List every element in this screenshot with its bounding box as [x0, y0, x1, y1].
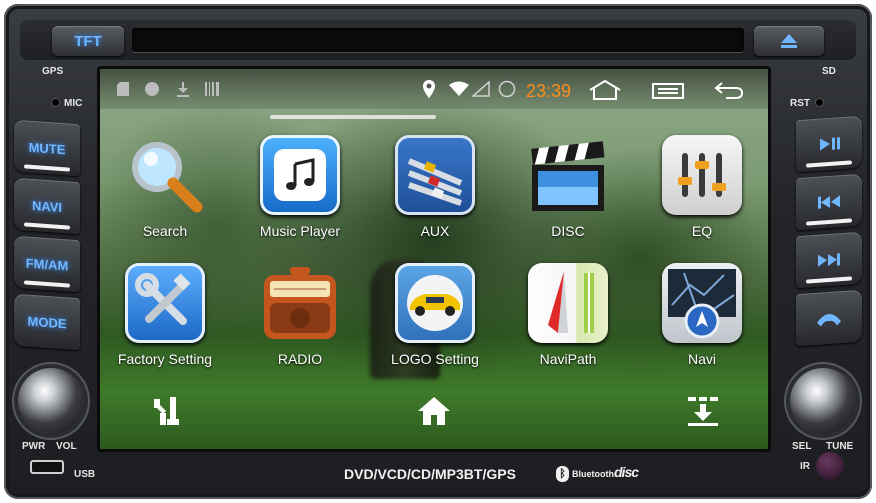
mute-label: MUTE [28, 139, 66, 157]
circle-icon [145, 82, 159, 96]
bluetooth-icon: ᛒ [556, 466, 569, 482]
download-icon [177, 82, 189, 97]
car-icon [395, 263, 475, 343]
app-label: Music Player [259, 223, 341, 239]
ir-label: IR [800, 461, 810, 472]
reset-hole[interactable] [816, 99, 823, 106]
app-logo-setting[interactable]: LOGO Setting [370, 263, 500, 381]
touch-screen[interactable]: 23:39 Search Music Player AUX DISC EQ Fa… [97, 66, 771, 452]
app-navi[interactable]: Navi [637, 263, 767, 381]
previous-button[interactable] [796, 173, 862, 231]
settings-tools-icon[interactable] [150, 395, 182, 427]
eject-button[interactable] [754, 26, 824, 56]
home-icon[interactable] [416, 395, 452, 427]
sd-label: SD [822, 66, 836, 77]
signal-icon [472, 81, 490, 97]
navi-button[interactable]: NAVI [14, 177, 80, 235]
app-label: RADIO [277, 351, 323, 367]
app-label: EQ [691, 223, 713, 239]
wifi-icon [449, 81, 469, 96]
home-icon[interactable] [588, 80, 622, 100]
app-label: AUX [420, 223, 450, 239]
radio-icon [260, 263, 340, 343]
back-icon[interactable] [714, 81, 744, 99]
app-label: LOGO Setting [391, 351, 479, 367]
bluetooth-label: Bluetooth [572, 469, 614, 479]
disc-logo: disc [614, 464, 639, 480]
ring-icon [498, 80, 516, 98]
app-label: DISC [551, 223, 585, 239]
tft-button[interactable]: TFT [52, 26, 124, 56]
app-label: Factory Setting [117, 351, 213, 367]
previous-icon [818, 195, 840, 209]
clapperboard-icon [528, 135, 608, 215]
usb-label: USB [74, 469, 96, 480]
app-aux[interactable]: AUX [370, 135, 500, 253]
location-icon [423, 80, 435, 98]
app-label: NaviPath [539, 351, 597, 367]
disc-slot [132, 28, 744, 52]
play-pause-icon [820, 137, 840, 151]
rst-label: RST [790, 98, 810, 109]
equalizer-icon [662, 135, 742, 215]
sd-card-icon [117, 82, 129, 96]
menu-icon[interactable] [652, 83, 684, 99]
app-search[interactable]: Search [100, 135, 230, 253]
pwr-label: PWR [22, 441, 46, 452]
compass-map-icon [528, 263, 608, 343]
mic-hole [52, 99, 59, 106]
mode-button[interactable]: MODE [14, 293, 80, 351]
tune-label: TUNE [826, 441, 854, 452]
play-pause-button[interactable] [796, 115, 862, 173]
app-disc[interactable]: DISC [503, 135, 633, 253]
page-indicator [270, 115, 436, 119]
mode-label: MODE [27, 313, 67, 331]
usb-port[interactable] [30, 460, 64, 474]
phone-icon [817, 314, 841, 327]
navigation-map-icon [662, 263, 742, 343]
search-icon [125, 135, 205, 215]
app-label: Navi [687, 351, 716, 367]
mute-button[interactable]: MUTE [14, 119, 80, 177]
tune-knob[interactable] [790, 368, 856, 434]
app-radio[interactable]: RADIO [235, 263, 365, 381]
phone-button[interactable] [796, 289, 862, 347]
status-bar: 23:39 [100, 69, 768, 109]
fm-am-button[interactable]: FM/AM [14, 235, 80, 293]
app-factory-setting[interactable]: Factory Setting [100, 263, 230, 381]
app-eq[interactable]: EQ [637, 135, 767, 253]
music-icon [260, 135, 340, 215]
barcode-icon [205, 82, 219, 96]
gps-label: GPS [42, 66, 64, 77]
bluetooth-logo: ᛒ Bluetooth [556, 466, 614, 482]
app-label: Search [142, 223, 188, 239]
sel-label: SEL [792, 441, 812, 452]
tools-icon [125, 263, 205, 343]
next-button[interactable] [796, 231, 862, 289]
app-navipath[interactable]: NaviPath [503, 263, 633, 381]
vol-label: VOL [56, 441, 77, 452]
fm-am-label: FM/AM [25, 255, 69, 273]
volume-knob[interactable] [18, 368, 84, 434]
eject-icon [781, 34, 797, 48]
mic-label: MIC [64, 98, 83, 109]
app-music-player[interactable]: Music Player [235, 135, 365, 253]
clock: 23:39 [526, 81, 572, 101]
model-title: DVD/VCD/CD/MP3BT/GPS [344, 466, 516, 482]
navi-label: NAVI [31, 197, 63, 215]
app-drawer-download-icon[interactable] [686, 395, 720, 427]
ir-sensor [816, 452, 844, 480]
aux-cable-icon [395, 135, 475, 215]
next-icon [818, 253, 840, 267]
